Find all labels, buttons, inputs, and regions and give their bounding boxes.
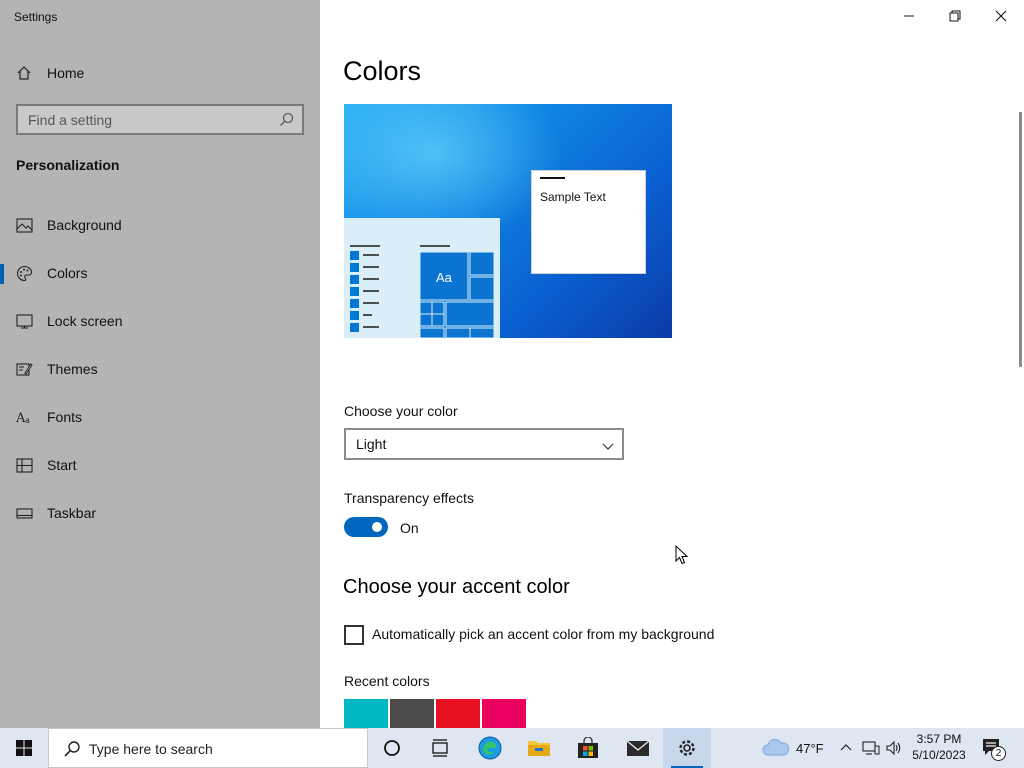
taskbar-clock[interactable]: 3:57 PM 5/10/2023 — [906, 731, 972, 763]
folder-icon — [528, 741, 550, 756]
preview-tile-text: Aa — [436, 270, 452, 285]
app-title: Settings — [14, 10, 58, 24]
start-icon — [16, 457, 33, 474]
mail-icon — [626, 740, 650, 756]
page-title: Colors — [343, 56, 422, 86]
cloud-icon[interactable] — [762, 738, 790, 762]
search-icon — [63, 740, 81, 758]
cortana-button[interactable] — [368, 728, 416, 768]
accent-color-heading: Choose your accent color — [343, 576, 570, 598]
theme-preview: Sample Text Aa — [344, 104, 672, 338]
content-scrollbar[interactable] — [1019, 112, 1022, 367]
settings-taskbar-button[interactable] — [663, 728, 711, 768]
fonts-icon: Aa — [15, 409, 33, 426]
lock-screen-icon — [16, 313, 33, 330]
choose-color-value: Light — [356, 436, 387, 452]
sidebar-item-background[interactable]: Background — [0, 207, 320, 243]
windows-logo-icon — [16, 740, 32, 756]
toggle-knob — [372, 522, 382, 532]
minimize-icon — [904, 15, 914, 17]
svg-text:a: a — [25, 416, 30, 425]
minimize-button[interactable] — [886, 0, 932, 32]
sidebar-item-lock-screen[interactable]: Lock screen — [0, 303, 320, 339]
close-icon — [995, 10, 1007, 22]
close-button[interactable] — [978, 0, 1024, 32]
sidebar-item-themes[interactable]: Themes — [0, 351, 320, 387]
recent-color-swatch-1[interactable] — [344, 699, 388, 728]
file-explorer-button[interactable] — [515, 728, 563, 768]
start-button[interactable] — [0, 728, 48, 768]
sidebar-item-home[interactable]: Home — [0, 58, 320, 88]
find-setting-input[interactable] — [18, 106, 274, 133]
restore-button[interactable] — [932, 0, 978, 32]
transparency-label: Transparency effects — [344, 490, 474, 506]
sidebar-item-label: Colors — [47, 265, 88, 281]
clock-date: 5/10/2023 — [912, 748, 966, 762]
transparency-toggle[interactable] — [344, 517, 388, 537]
store-button[interactable] — [564, 728, 612, 768]
preview-sample-text: Sample Text — [540, 190, 606, 204]
sidebar-item-label: Home — [47, 65, 85, 81]
sidebar-item-start[interactable]: Start — [0, 447, 320, 483]
taskbar-icon — [16, 505, 33, 522]
gear-icon — [679, 740, 695, 756]
volume-icon[interactable] — [885, 740, 903, 761]
taskbar-search-box[interactable]: Type here to search — [48, 728, 368, 768]
auto-accent-checkbox[interactable] — [344, 625, 364, 645]
recent-color-swatch-2[interactable] — [390, 699, 434, 728]
cortana-icon — [384, 740, 400, 756]
restore-icon — [949, 10, 961, 22]
weather-temperature[interactable]: 47°F — [796, 741, 824, 756]
transparency-state: On — [400, 520, 419, 536]
preview-tiles: Aa — [419, 251, 495, 338]
sidebar-item-label: Lock screen — [47, 313, 123, 329]
sidebar-item-taskbar[interactable]: Taskbar — [0, 495, 320, 531]
choose-color-dropdown[interactable]: Light — [344, 428, 624, 460]
home-icon — [16, 65, 32, 81]
notification-count-badge: 2 — [991, 746, 1006, 761]
preview-tile-grid — [419, 251, 495, 338]
sidebar-item-label: Background — [47, 217, 122, 233]
clock-time: 3:57 PM — [916, 732, 962, 746]
themes-icon — [16, 361, 33, 378]
search-icon[interactable] — [279, 112, 294, 127]
sidebar-item-fonts[interactable]: Aa Fonts — [0, 399, 320, 435]
mail-button[interactable] — [614, 728, 662, 768]
sidebar-item-label: Taskbar — [47, 505, 97, 521]
task-view-icon — [432, 739, 448, 757]
choose-color-label: Choose your color — [344, 403, 458, 419]
sidebar-item-label: Start — [47, 457, 77, 473]
recent-color-swatch-3[interactable] — [436, 699, 480, 728]
taskbar-search-placeholder: Type here to search — [89, 741, 213, 757]
sidebar-item-colors[interactable]: Colors — [0, 255, 320, 291]
mouse-cursor-icon — [675, 545, 689, 565]
sidebar-item-label: Fonts — [47, 409, 83, 425]
edge-browser-icon — [478, 736, 502, 760]
section-label-personalization: Personalization — [16, 157, 120, 173]
recent-colors-label: Recent colors — [344, 673, 430, 689]
edge-button[interactable] — [466, 728, 514, 768]
picture-icon — [16, 217, 33, 234]
palette-icon — [16, 265, 33, 282]
preview-title-bar — [540, 177, 565, 179]
store-icon — [578, 737, 598, 758]
settings-search-box[interactable] — [16, 104, 304, 135]
chevron-up-icon[interactable] — [840, 741, 852, 759]
auto-accent-label[interactable]: Automatically pick an accent color from … — [372, 626, 714, 642]
recent-color-swatch-4[interactable] — [482, 699, 526, 728]
sidebar-item-label: Themes — [47, 361, 98, 377]
action-center-button[interactable]: 2 — [982, 738, 1008, 761]
preview-sample-window: Sample Text — [531, 170, 646, 274]
sidebar: Settings Home Personalization Background… — [0, 0, 320, 728]
task-view-button[interactable] — [416, 728, 464, 768]
chevron-down-icon — [602, 439, 614, 450]
taskbar: Type here to search 47°F 3:57 PM 5/10/20… — [0, 728, 1024, 768]
network-icon[interactable] — [862, 740, 880, 761]
